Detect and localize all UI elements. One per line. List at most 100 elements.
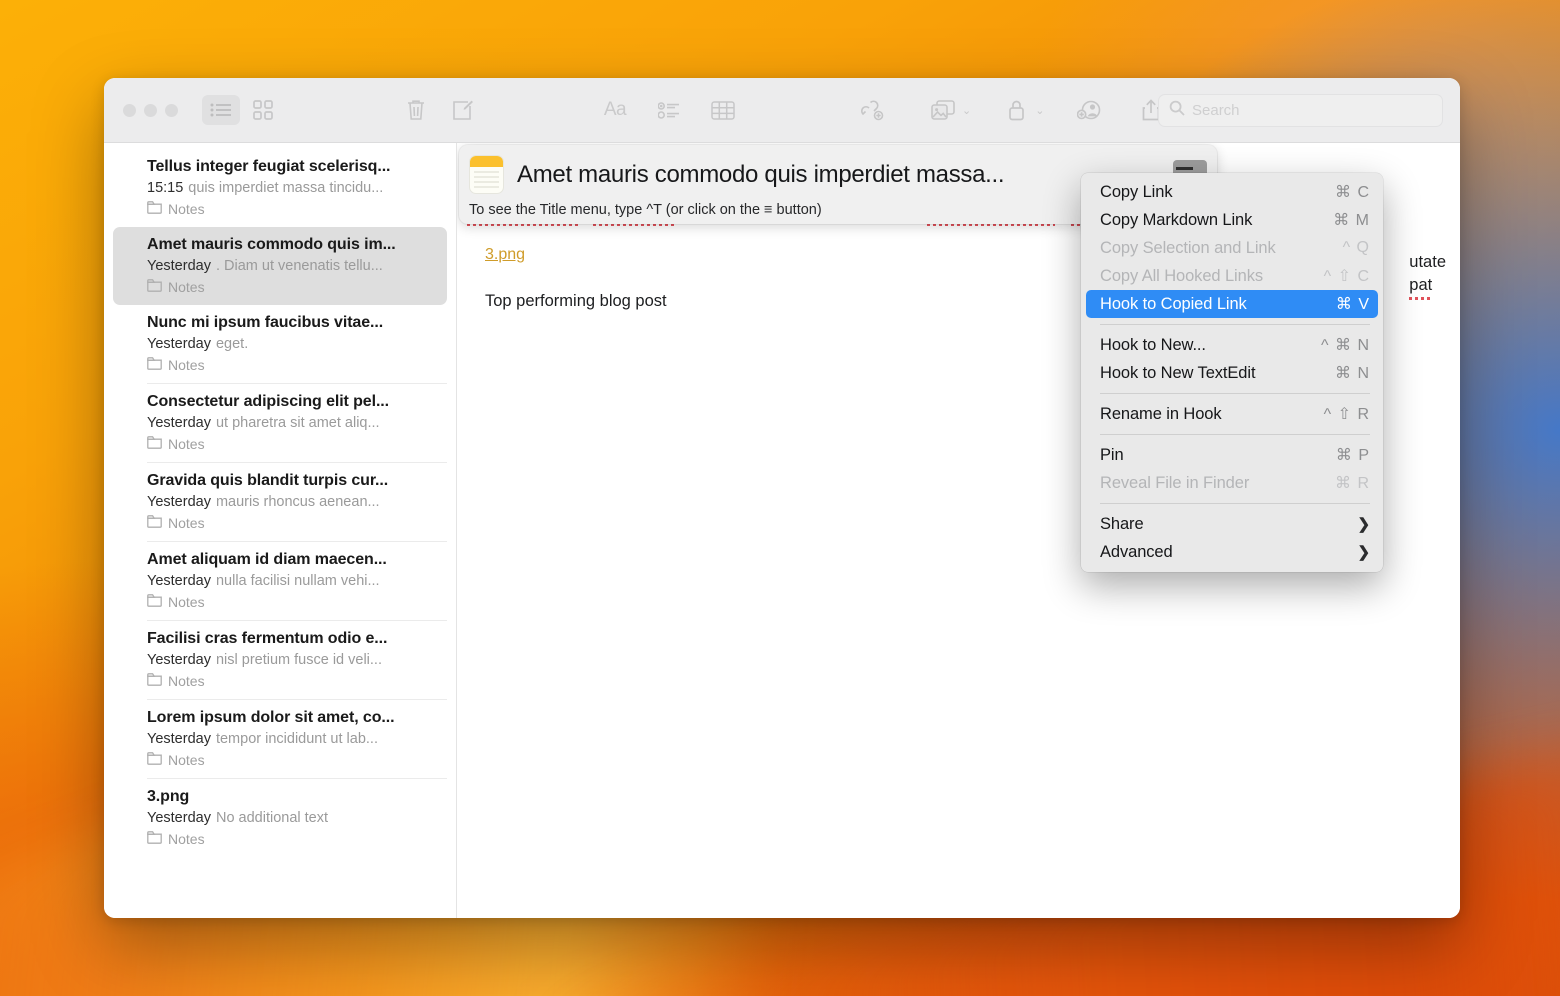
menu-item[interactable]: Hook to New... ^ ⌘ N [1081, 331, 1383, 359]
note-item-date: Yesterday [147, 573, 211, 589]
note-item-date: Yesterday [147, 731, 211, 747]
note-item-meta: Yesterday ut pharetra sit amet aliq... [147, 415, 438, 431]
note-overflow-fragment-2: pat [1409, 274, 1433, 300]
note-item-title: Amet mauris commodo quis im... [147, 236, 396, 253]
menu-item-label: Pin [1100, 445, 1124, 464]
menu-item-shortcut: ^ ⇧ C [1323, 268, 1370, 285]
menu-separator [1100, 434, 1370, 435]
folder-icon [147, 201, 162, 217]
note-item-date: Yesterday [147, 336, 211, 352]
note-item-folder-label: Notes [168, 831, 205, 847]
hook-context-menu[interactable]: Copy Link ⌘ C Copy Markdown Link ⌘ M Copy Se… [1081, 173, 1383, 572]
note-item-folder: Notes [147, 357, 438, 373]
table-icon[interactable] [704, 95, 742, 125]
folder-icon [147, 279, 162, 295]
note-overflow-text: utate pat [1409, 251, 1446, 300]
menu-separator [1100, 503, 1370, 504]
note-item-folder: Notes [147, 752, 438, 768]
note-item-folder: Notes [147, 436, 438, 452]
note-item-title: Consectetur adipiscing elit pel... [147, 393, 389, 410]
menu-item[interactable]: Hook to New TextEdit ⌘ N [1081, 359, 1383, 387]
menu-item-shortcut: ⌘ P [1335, 447, 1370, 464]
lock-chevron-down-icon[interactable]: ⌄ [1035, 104, 1044, 117]
attachment-link[interactable]: 3.png [485, 246, 525, 263]
note-overflow-fragment-1: utate [1409, 253, 1446, 271]
search-placeholder: Search [1192, 102, 1240, 119]
note-list-item[interactable]: Gravida quis blandit turpis cur... Yester… [113, 463, 447, 541]
gallery-view-icon[interactable] [244, 95, 282, 125]
note-item-date: Yesterday [147, 258, 211, 274]
menu-item: Reveal File in Finder ⌘ R [1081, 469, 1383, 497]
trash-icon[interactable] [397, 95, 435, 125]
minimize-window-button[interactable] [144, 103, 157, 117]
menu-separator [1100, 393, 1370, 394]
note-item-title: Lorem ipsum dolor sit amet, co... [147, 709, 395, 726]
menu-item[interactable]: Rename in Hook ^ ⇧ R [1081, 400, 1383, 428]
menu-item[interactable]: Pin ⌘ P [1081, 441, 1383, 469]
folder-icon [147, 752, 162, 768]
note-item-meta: Yesterday No additional text [147, 810, 438, 826]
menu-item[interactable]: Copy Markdown Link ⌘ M [1081, 206, 1383, 234]
media-icon[interactable] [924, 95, 962, 125]
note-item-folder-label: Notes [168, 436, 205, 452]
menu-item[interactable]: Copy Link ⌘ C [1081, 178, 1383, 206]
note-list-item[interactable]: Amet mauris commodo quis im... Yesterday.… [113, 227, 447, 305]
menu-item: Copy Selection and Link ^ Q [1081, 234, 1383, 262]
notes-app-icon [469, 155, 504, 194]
search-field[interactable]: Search [1158, 94, 1443, 127]
note-item-snippet: mauris rhoncus aenean... [215, 494, 380, 510]
collaborate-icon[interactable] [1070, 95, 1108, 125]
note-item-title: Tellus integer feugiat scelerisq... [147, 158, 391, 175]
desktop-wallpaper: Aa ⌄ ⌄ Search Tellus integer feugiat sce… [0, 0, 1560, 996]
note-item-folder-label: Notes [168, 752, 205, 768]
note-item-date: Yesterday [147, 652, 211, 668]
format-text-label: Aa [603, 99, 627, 120]
folder-icon [147, 515, 162, 531]
menu-item-label: Rename in Hook [1100, 404, 1222, 423]
format-text-icon[interactable]: Aa [596, 95, 634, 125]
menu-item[interactable]: Advanced ❯ [1081, 538, 1383, 566]
lock-icon[interactable] [997, 95, 1035, 125]
menu-item-label: Hook to New... [1100, 335, 1206, 354]
note-item-title: Nunc mi ipsum faucibus vitae... [147, 314, 384, 331]
note-item-title: Amet aliquam id diam maecen... [147, 551, 387, 568]
menu-item-label: Hook to New TextEdit [1100, 363, 1256, 382]
note-item-meta: 15:15 quis imperdiet massa tincidu... [147, 180, 438, 196]
note-list-item[interactable]: 3.png Yesterday No additional text Notes [113, 779, 447, 857]
note-list-item[interactable]: Tellus integer feugiat scelerisq... 15:15… [113, 149, 447, 227]
close-window-button[interactable] [123, 103, 136, 117]
submenu-arrow-icon: ❯ [1357, 544, 1371, 561]
note-list-item[interactable]: Consectetur adipiscing elit pel... Yester… [113, 384, 447, 462]
view-mode-segmented-control [202, 95, 282, 125]
note-item-snippet: No additional text [215, 810, 329, 826]
folder-icon [147, 594, 162, 610]
menu-item-label: Advanced [1100, 542, 1173, 561]
menu-item[interactable]: Share ❯ [1081, 510, 1383, 538]
notes-icon-lines [470, 167, 503, 188]
media-chevron-down-icon[interactable]: ⌄ [962, 104, 971, 117]
menu-item[interactable]: Hook to Copied Link ⌘ V [1086, 290, 1378, 318]
note-item-folder-label: Notes [168, 357, 205, 373]
note-list-item[interactable]: Nunc mi ipsum faucibus vitae... Yesterday… [113, 305, 447, 383]
note-list-item[interactable]: Facilisi cras fermentum odio e... Yesterd… [113, 621, 447, 699]
document-title[interactable]: Amet mauris commodo quis imperdiet massa… [517, 161, 1160, 189]
menu-item-label: Reveal File in Finder [1100, 473, 1250, 492]
notes-list-sidebar[interactable]: Tellus integer feugiat scelerisq... 15:15… [104, 143, 457, 918]
note-item-folder: Notes [147, 673, 438, 689]
toolbar-format-actions: Aa [596, 95, 742, 125]
menu-item-label: Copy All Hooked Links [1100, 266, 1263, 285]
note-item-snippet: nisl pretium fusce id veli... [215, 652, 382, 668]
checklist-icon[interactable] [650, 95, 688, 125]
note-list-item[interactable]: Amet aliquam id diam maecen... Yesterday n… [113, 542, 447, 620]
note-item-date: 15:15 [147, 180, 184, 196]
note-list-item[interactable]: Lorem ipsum dolor sit amet, co... Yesterd… [113, 700, 447, 778]
note-item-snippet: . Diam ut venenatis tellu... [215, 258, 383, 274]
maximize-window-button[interactable] [165, 103, 178, 117]
add-link-icon[interactable] [852, 95, 890, 125]
note-item-snippet: quis imperdiet massa tincidu... [188, 180, 384, 196]
list-view-icon[interactable] [202, 95, 240, 125]
note-item-snippet: nulla facilisi nullam vehi... [215, 573, 380, 589]
note-item-title: Gravida quis blandit turpis cur... [147, 472, 389, 489]
compose-note-icon[interactable] [443, 95, 481, 125]
toolbar-note-actions [397, 95, 481, 125]
